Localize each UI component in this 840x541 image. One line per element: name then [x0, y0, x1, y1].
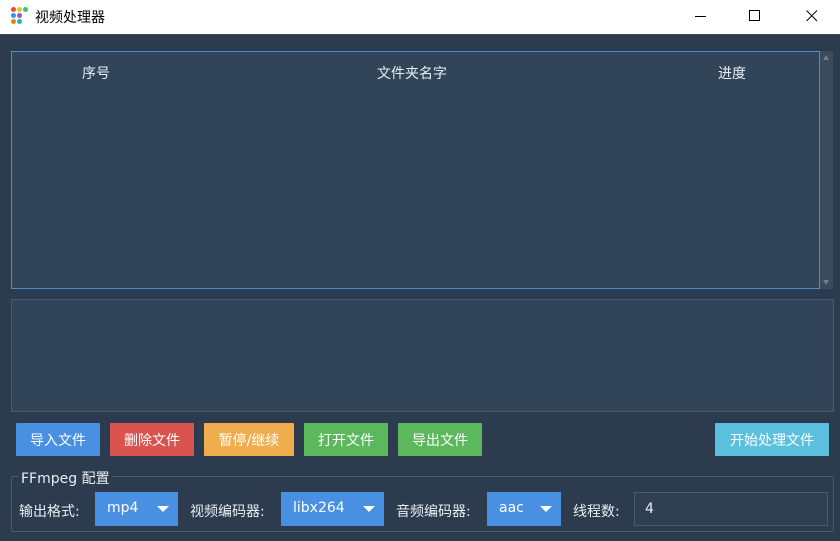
threads-input[interactable] — [634, 492, 828, 526]
scroll-down-icon[interactable] — [823, 280, 829, 285]
video-codec-value: libx264 — [293, 500, 345, 516]
import-files-button[interactable]: 导入文件 — [16, 423, 100, 456]
ffmpeg-config-title: FFmpeg 配置 — [19, 468, 112, 488]
minimize-button[interactable] — [678, 0, 724, 32]
chevron-down-icon — [157, 506, 169, 512]
output-format-select[interactable]: mp4 — [95, 492, 178, 526]
audio-codec-value: aac — [499, 500, 524, 516]
column-header-folder-name[interactable]: 文件夹名字 — [377, 63, 447, 83]
audio-codec-label: 音频编码器: — [396, 504, 471, 520]
file-table[interactable]: 序号 文件夹名字 进度 — [11, 51, 820, 289]
app-dots-icon — [11, 7, 29, 25]
video-codec-label: 视频编码器: — [190, 504, 265, 520]
column-header-progress[interactable]: 进度 — [718, 63, 746, 83]
title-bar: 视频处理器 — [0, 0, 840, 34]
audio-codec-select[interactable]: aac — [487, 492, 561, 526]
open-file-button[interactable]: 打开文件 — [304, 423, 388, 456]
video-codec-select[interactable]: libx264 — [281, 492, 384, 526]
client-area: 序号 文件夹名字 进度 导入文件 删除文件 暂停/继续 打开文件 导出文件 开始… — [0, 34, 840, 541]
close-button[interactable] — [789, 0, 835, 32]
chevron-down-icon — [540, 506, 552, 512]
pause-resume-button[interactable]: 暂停/继续 — [204, 423, 294, 456]
export-file-button[interactable]: 导出文件 — [398, 423, 482, 456]
minimize-icon — [695, 16, 706, 17]
column-header-index[interactable]: 序号 — [82, 63, 110, 83]
delete-files-button[interactable]: 删除文件 — [110, 423, 194, 456]
output-format-label: 输出格式: — [19, 504, 80, 520]
maximize-icon — [749, 10, 760, 21]
maximize-button[interactable] — [732, 0, 778, 32]
table-scrollbar[interactable] — [820, 51, 833, 289]
chevron-down-icon — [363, 506, 375, 512]
window-title: 视频处理器 — [35, 10, 105, 26]
log-output[interactable] — [11, 299, 834, 412]
start-processing-button[interactable]: 开始处理文件 — [715, 423, 829, 456]
close-icon — [806, 10, 818, 22]
output-format-value: mp4 — [107, 500, 139, 516]
scroll-up-icon[interactable] — [823, 55, 829, 60]
threads-label: 线程数: — [573, 504, 620, 520]
